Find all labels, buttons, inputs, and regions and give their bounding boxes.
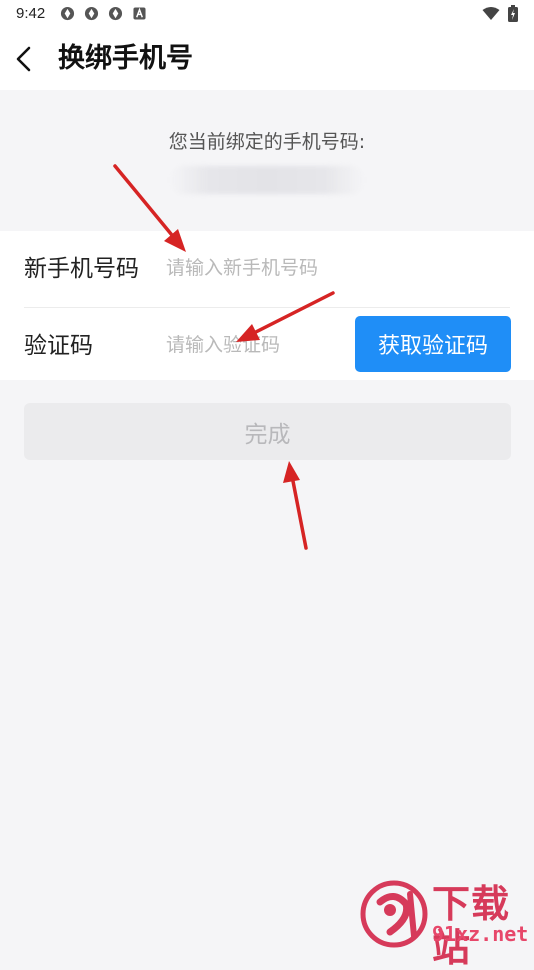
back-arrow-icon[interactable] xyxy=(10,40,44,78)
battery-charging-icon xyxy=(508,5,518,22)
notification-app-icon xyxy=(84,6,99,21)
current-phone-section: 您当前绑定的手机号码: xyxy=(0,90,534,231)
verification-code-label: 验证码 xyxy=(24,333,93,359)
get-verification-code-button[interactable]: 获取验证码 xyxy=(355,316,511,372)
new-phone-input[interactable] xyxy=(166,251,496,285)
status-time: 9:42 xyxy=(16,5,46,22)
verification-code-row: 验证码 获取验证码 xyxy=(0,308,534,382)
new-phone-row: 新手机号码 xyxy=(0,231,534,305)
watermark-logo-icon xyxy=(360,880,428,948)
current-phone-number-blurred xyxy=(170,166,364,194)
annotation-arrow-done xyxy=(283,461,308,550)
verification-code-input[interactable] xyxy=(166,328,346,362)
new-phone-label: 新手机号码 xyxy=(24,256,139,282)
page-title: 换绑手机号 xyxy=(58,43,193,74)
watermark-domain: 91xz.net xyxy=(432,922,529,946)
done-button[interactable]: 完成 xyxy=(24,403,511,460)
notification-app-icon xyxy=(108,6,123,21)
app-header: 换绑手机号 xyxy=(0,28,534,90)
site-watermark: 下载站 91xz.net xyxy=(360,880,534,970)
notification-a-icon xyxy=(133,7,146,20)
rebind-form: 新手机号码 验证码 获取验证码 xyxy=(0,231,534,380)
wifi-icon xyxy=(482,7,500,20)
notification-app-icon xyxy=(60,6,75,21)
status-bar: 9:42 xyxy=(0,0,534,28)
current-phone-label: 您当前绑定的手机号码: xyxy=(168,131,366,153)
